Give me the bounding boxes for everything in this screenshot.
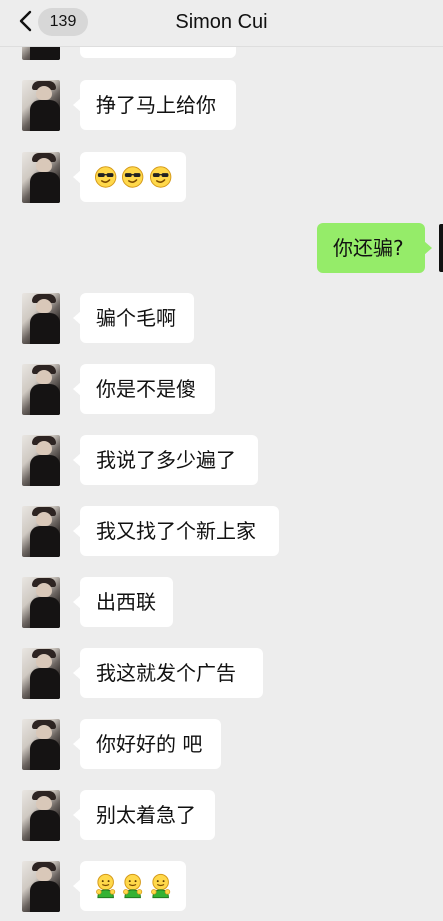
message-bubble[interactable]: 骗个毛啊	[73, 293, 194, 343]
thumbs-up-emoji-icon	[96, 873, 116, 899]
message-bubble[interactable]: 出西联	[73, 577, 173, 627]
chat-header: 139 Simon Cui	[0, 0, 443, 47]
message-bubble[interactable]: 别太着急了	[73, 790, 215, 840]
message-bubble[interactable]: 你是不是傻	[73, 364, 215, 414]
cool-smiley-icon	[149, 166, 172, 188]
avatar[interactable]	[22, 577, 60, 628]
message-bubble[interactable]: 我这就发个广告	[73, 648, 263, 698]
avatar[interactable]	[22, 506, 60, 557]
my-avatar-edge[interactable]	[439, 224, 443, 272]
chat-title: Simon Cui	[175, 11, 268, 33]
emoji-bubble[interactable]	[73, 152, 186, 202]
message-bubble[interactable]: 挣了马上给你	[73, 80, 236, 130]
cool-smiley-icon	[94, 166, 117, 188]
avatar[interactable]	[22, 861, 60, 912]
avatar[interactable]	[22, 719, 60, 770]
emoji-bubble[interactable]	[73, 861, 186, 911]
thumbs-up-emoji-icon	[123, 873, 143, 899]
avatar[interactable]	[22, 435, 60, 486]
avatar[interactable]	[22, 152, 60, 203]
message-bubble[interactable]: 我说了多少遍了	[73, 435, 258, 485]
cool-smiley-icon	[122, 166, 144, 188]
thumbs-up-emoji-icon	[150, 873, 170, 899]
message-bubble[interactable]: 你好好的 吧	[73, 719, 221, 769]
message-bubble[interactable]: 我又找了个新上家	[73, 506, 279, 556]
avatar[interactable]	[22, 293, 60, 344]
avatar[interactable]	[22, 364, 60, 415]
avatar[interactable]	[22, 790, 60, 841]
avatar[interactable]	[22, 648, 60, 699]
avatar[interactable]	[22, 80, 60, 131]
my-message-bubble[interactable]: 你还骗?	[317, 223, 432, 273]
